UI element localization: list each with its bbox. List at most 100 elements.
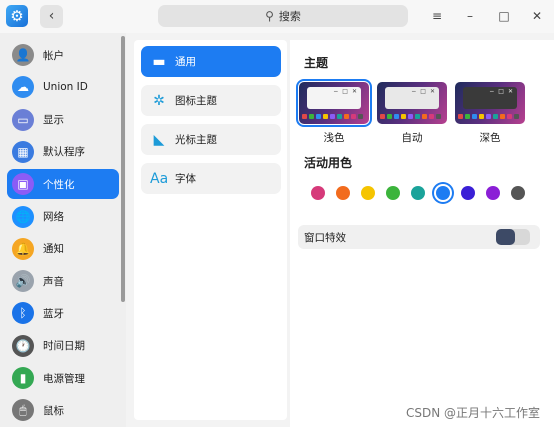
accent-color-swatch[interactable] <box>311 186 325 200</box>
theme-label: 自动 <box>401 132 423 144</box>
accent-color-swatch[interactable] <box>411 186 425 200</box>
sidebar-item-label: Union ID <box>43 81 88 94</box>
dock-icon <box>309 114 314 119</box>
toggle-knob <box>496 229 515 245</box>
minimize-icon: − <box>489 88 495 95</box>
sidebar-item[interactable]: 🔊 声音 <box>7 266 119 296</box>
maximize-icon: □ <box>420 88 426 95</box>
sidebar-item[interactable]: ▣ 个性化 <box>7 169 119 200</box>
sidebar: 👤 帐户 ☁ Union ID ▭ 显示 ▦ 默认程序 ▣ 个性化 🌐 网络 🔔 通知 🔊 声音 ᛒ 蓝牙 🕐 时间日… <box>0 33 126 427</box>
accent-color-swatch[interactable] <box>436 186 450 200</box>
dock-icon <box>380 114 385 119</box>
accent-color-swatch[interactable] <box>461 186 475 200</box>
sidebar-item-label: 鼠标 <box>43 404 64 417</box>
dock-icon <box>514 114 519 119</box>
dock-icon <box>302 114 307 119</box>
icon-theme-icon: ✲ <box>153 92 165 109</box>
theme-card[interactable]: − □ ✕ <box>455 82 525 124</box>
sidebar-scrollbar[interactable] <box>121 36 125 302</box>
close-button[interactable]: ✕ <box>528 7 546 25</box>
submenu-item[interactable]: ✲ 图标主题 <box>141 85 281 116</box>
sidebar-item[interactable]: 🕐 时间日期 <box>7 331 119 361</box>
search-placeholder: 搜索 <box>278 10 301 23</box>
maximize-icon: □ <box>498 88 504 95</box>
submenu-item[interactable]: ◣ 光标主题 <box>141 124 281 155</box>
accent-color-swatch[interactable] <box>336 186 350 200</box>
dock-icon <box>500 114 505 119</box>
submenu-item-label: 字体 <box>175 173 196 185</box>
submenu-item[interactable]: ▬ 通用 <box>141 46 281 77</box>
theme-preview-dock <box>458 114 522 121</box>
gear-icon: ⚙ <box>6 5 28 27</box>
sidebar-item-label: 显示 <box>43 114 64 127</box>
sidebar-item-label: 电源管理 <box>43 372 85 385</box>
sidebar-item-label: 默认程序 <box>43 146 85 159</box>
sidebar-item[interactable]: ᛒ 蓝牙 <box>7 298 119 328</box>
sidebar-item[interactable]: ☁ Union ID <box>7 72 119 102</box>
account-icon: 👤 <box>12 44 34 66</box>
dock-icon <box>458 114 463 119</box>
content-panel: 主题 活动用色 窗口特效 − □ ✕ 浅色 − □ ✕ 自动 − □ ✕ 深色 <box>290 40 554 427</box>
theme-preview-dock <box>380 114 444 121</box>
accent-color-swatch[interactable] <box>361 186 375 200</box>
dock-icon <box>486 114 491 119</box>
mouse-icon: 🖱 <box>12 399 34 422</box>
maximize-button[interactable]: □ <box>495 7 513 25</box>
submenu-item-label: 通用 <box>175 56 196 68</box>
cloud-icon: ☁ <box>12 76 34 99</box>
dock-icon <box>493 114 498 119</box>
dock-icon <box>323 114 328 119</box>
dock-icon <box>479 114 484 119</box>
sidebar-item-label: 蓝牙 <box>43 307 64 320</box>
dock-icon <box>507 114 512 119</box>
general-icon: ▬ <box>152 53 166 70</box>
window-effect-toggle[interactable] <box>496 229 530 245</box>
sidebar-item[interactable]: ▦ 默认程序 <box>7 137 119 167</box>
minimize-button[interactable]: – <box>461 7 479 25</box>
cursor-icon: ◣ <box>153 131 165 148</box>
chevron-left-icon: ‹ <box>48 8 55 24</box>
accent-title: 活动用色 <box>304 156 353 170</box>
sidebar-item[interactable]: 👤 帐户 <box>7 40 119 70</box>
menu-button[interactable]: ≡ <box>428 7 446 25</box>
accent-color-swatch[interactable] <box>511 186 525 200</box>
sidebar-item[interactable]: ▭ 显示 <box>7 105 119 135</box>
dock-icon <box>422 114 427 119</box>
sidebar-item-label: 通知 <box>43 243 64 256</box>
accent-color-swatch[interactable] <box>486 186 500 200</box>
bell-icon: 🔔 <box>12 237 34 260</box>
sidebar-item[interactable]: 🔔 通知 <box>7 234 119 264</box>
network-icon: 🌐 <box>12 205 34 228</box>
battery-icon: ▮ <box>12 367 34 389</box>
submenu-item-label: 光标主题 <box>175 134 217 146</box>
close-icon: ✕ <box>507 88 513 95</box>
search-icon: ⚲ <box>265 9 274 23</box>
theme-card[interactable]: − □ ✕ <box>296 79 372 127</box>
submenu-item[interactable]: Aa 字体 <box>141 163 281 194</box>
display-icon: ▭ <box>12 108 34 131</box>
minimize-icon: − <box>411 88 417 95</box>
theme-card[interactable]: − □ ✕ <box>377 82 447 124</box>
sidebar-item[interactable]: 🌐 网络 <box>7 202 119 232</box>
minimize-icon: − <box>333 88 339 95</box>
title-bar: ⚙ ‹ ⚲ 搜索 ≡ – □ ✕ <box>0 0 554 33</box>
accent-color-swatch[interactable] <box>386 186 400 200</box>
sidebar-item-label: 网络 <box>43 211 64 223</box>
dock-icon <box>408 114 413 119</box>
dock-icon <box>401 114 406 119</box>
dock-icon <box>358 114 363 119</box>
dock-icon <box>344 114 349 119</box>
dock-icon <box>465 114 470 119</box>
dock-icon <box>436 114 441 119</box>
search-input[interactable]: ⚲ 搜索 <box>158 5 408 27</box>
sidebar-item-label: 个性化 <box>43 178 75 191</box>
back-button[interactable]: ‹ <box>40 5 63 28</box>
sidebar-item[interactable]: ▮ 电源管理 <box>7 363 119 393</box>
theme-preview-window: − □ ✕ <box>385 87 439 109</box>
window-effect-row: 窗口特效 <box>298 225 540 249</box>
close-icon: ✕ <box>429 88 435 95</box>
default-apps-icon: ▦ <box>12 140 34 163</box>
sidebar-item[interactable]: 🖱 鼠标 <box>7 395 119 425</box>
dock-icon <box>316 114 321 119</box>
dock-icon <box>429 114 434 119</box>
